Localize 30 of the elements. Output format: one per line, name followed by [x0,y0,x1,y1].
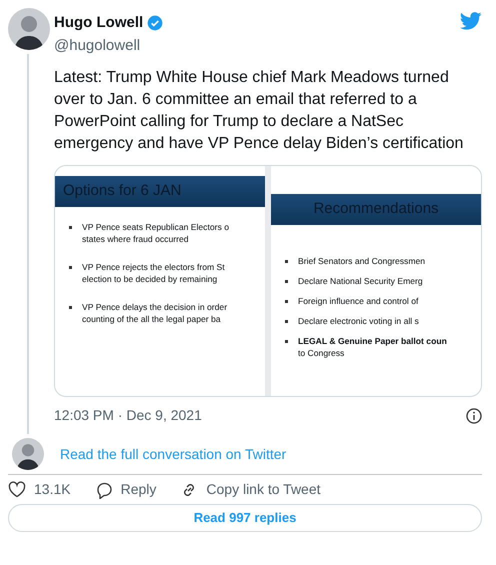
bullet-icon [285,300,288,302]
bullet-icon [69,306,72,308]
bullet-text: Declare electronic voting in all s [298,314,419,326]
bullet-text: Declare National Security Emerg [298,274,423,286]
bullet-icon [285,340,288,342]
tweet-text: Latest: Trump White House chief Mark Meadows turned over to Jan. 6 committee an email that referred to a PowerPoint calling for Trump to declare a NatSec emergency and have VP Pence delay Biden’s certification [54,68,464,154]
reply-action[interactable]: Reply [94,479,156,500]
heart-icon [8,480,26,498]
bullet-icon [285,280,288,282]
slide-title: Options for 6 JAN [55,176,265,206]
bullet-icon [69,226,72,228]
author-handle[interactable]: @hugolowell [54,34,164,57]
bullet-text: LEGAL & Genuine Paper ballot coun to Congress [298,334,447,358]
timestamp[interactable]: 12:03 PM · Dec 9, 2021 [54,405,202,426]
like-action[interactable]: 13.1K [8,479,71,500]
copy-action[interactable]: Copy link to Tweet [180,479,321,500]
bullet-text: Foreign influence and control of [298,294,418,306]
avatar[interactable] [8,8,50,50]
bullet-text: VP Pence delays the decision in order counting of the all the legal paper ba [82,300,228,324]
bullet-text: VP Pence seats Republican Electors o states where fraud occurred [82,220,229,244]
speech-bubble-icon [94,480,113,498]
bullet-icon [69,266,72,268]
bullet-text: Brief Senators and Congressmen [298,254,426,266]
slide-title: Recommendations [271,194,481,224]
bullet-icon [285,320,288,322]
author-name[interactable]: Hugo Lowell [54,12,144,34]
bullet-text: VP Pence rejects the electors from St election to be decided by remaining [82,260,225,284]
avatar[interactable] [12,438,44,470]
bullet-icon [285,260,288,262]
info-icon[interactable] [466,408,482,424]
